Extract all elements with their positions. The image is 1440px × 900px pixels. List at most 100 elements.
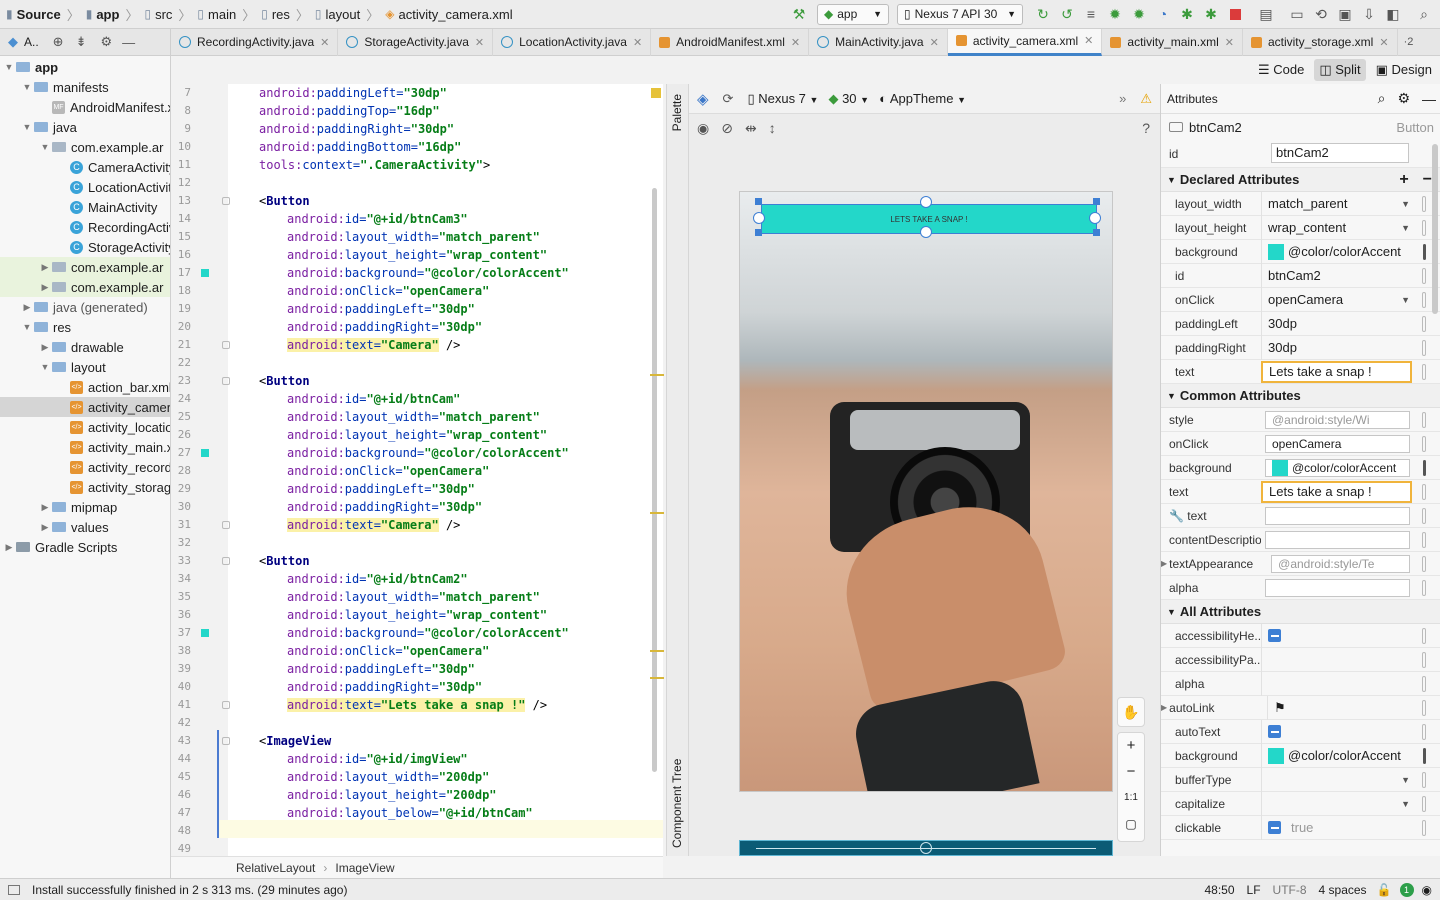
constraint-handle[interactable] [920, 196, 932, 208]
lock-icon[interactable]: 🔓 [1377, 883, 1392, 897]
tree-item[interactable]: C LocationActivity [0, 177, 170, 197]
attribute-value[interactable] [1265, 530, 1410, 549]
attribute-value[interactable]: ⚑ [1267, 695, 1440, 720]
attribute-value[interactable] [1261, 719, 1440, 744]
attribute-value[interactable]: 30dp [1261, 311, 1440, 336]
run-config-select[interactable]: ◆ app ▼ [817, 3, 889, 25]
tool-windows-icon[interactable] [8, 884, 20, 895]
indent-setting[interactable]: 4 spaces [1319, 883, 1367, 897]
tree-item[interactable]: ▶ com.example.ar [0, 277, 170, 297]
attribute-value[interactable]: openCamera [1265, 434, 1410, 453]
pick-resource-icon[interactable] [1422, 676, 1426, 692]
chevron-right-icon[interactable]: ▶ [38, 502, 52, 513]
attribute-value[interactable] [1261, 647, 1440, 672]
zoom-actual-button[interactable]: 1:1 [1118, 785, 1144, 811]
resize-handle[interactable] [1093, 229, 1100, 236]
tab-recordingactivity-java[interactable]: RecordingActivity.java ✕ [171, 28, 339, 56]
code-line[interactable]: android:paddingLeft="30dp" [287, 660, 475, 678]
attribute-value[interactable]: @color/colorAccent [1261, 239, 1440, 264]
layers-icon[interactable]: ◈ [697, 90, 709, 108]
chevron-down-icon[interactable]: ▼ [20, 322, 34, 332]
tree-item[interactable]: ▶ com.example.ar [0, 257, 170, 277]
color-swatch-icon[interactable] [201, 629, 209, 637]
fold-icon[interactable] [222, 557, 230, 565]
code-line[interactable]: android:background="@color/colorAccent" [287, 624, 569, 642]
code-line[interactable]: android:layout_width="200dp" [287, 768, 489, 786]
code-line[interactable]: android:text="Camera" /> [287, 516, 460, 534]
pan-tool-icon[interactable]: ✋ [1117, 697, 1145, 727]
status-message[interactable]: Install successfully finished in 2 s 313… [32, 883, 347, 897]
pick-resource-icon[interactable] [1422, 820, 1426, 836]
pick-resource-icon[interactable] [1422, 436, 1426, 452]
hide-icon[interactable]: — [122, 35, 135, 50]
add-attribute-icon[interactable]: + [1399, 171, 1408, 189]
chevron-right-icon[interactable]: ▶ [20, 302, 34, 313]
code-line[interactable]: android:id="@+id/imgView" [287, 750, 468, 768]
warning-marker[interactable] [651, 88, 661, 98]
coverage-icon[interactable]: ✱ [1200, 3, 1222, 25]
fold-icon[interactable] [222, 521, 230, 529]
breadcrumb-item[interactable]: ▯ res [261, 7, 290, 22]
attribute-value[interactable]: @color/colorAccent [1265, 458, 1410, 477]
minus-icon[interactable] [1268, 821, 1281, 834]
code-line[interactable]: android:layout_height="wrap_content" [287, 246, 547, 264]
target-icon[interactable]: ⊕ [53, 34, 64, 50]
profile-icon[interactable]: ◔ [1152, 3, 1174, 25]
code-line[interactable]: android:layout_width="match_parent" [287, 408, 540, 426]
close-icon[interactable]: ✕ [320, 36, 329, 49]
help-icon[interactable]: ? [1142, 120, 1150, 136]
declared-attributes-section[interactable]: ▼ Declared Attributes + − [1161, 168, 1440, 192]
chevron-down-icon[interactable]: ▼ [2, 62, 16, 72]
tree-item[interactable]: </>activity_location.xml [0, 417, 170, 437]
pick-resource-icon[interactable] [1422, 700, 1426, 716]
close-icon[interactable]: ✕ [633, 36, 642, 49]
tab-activity_storage-xml[interactable]: activity_storage.xml ✕ [1243, 28, 1398, 56]
color-swatch-icon[interactable] [201, 449, 209, 457]
id-field[interactable]: btnCam2 [1271, 143, 1409, 163]
code-line[interactable]: android:id="@+id/btnCam" [287, 390, 460, 408]
theme-menu[interactable]: ◐ AppTheme ▼ [879, 91, 966, 106]
attribute-value[interactable]: @android:style/Te [1271, 554, 1410, 573]
zoom-fit-button[interactable]: ▢ [1118, 811, 1144, 837]
resize-handle[interactable] [755, 198, 762, 205]
tab-activity_main-xml[interactable]: activity_main.xml ✕ [1102, 28, 1243, 56]
resize-handle[interactable] [1093, 198, 1100, 205]
constraint-handle[interactable] [920, 842, 932, 854]
magnet-icon[interactable]: ⊘ [721, 120, 733, 137]
pick-resource-icon[interactable] [1422, 508, 1426, 524]
tree-item[interactable]: C CameraActivity [0, 157, 170, 177]
tree-item[interactable]: </>activity_camera.xml [0, 397, 170, 417]
constraint-handle[interactable] [920, 226, 932, 238]
attribute-value[interactable] [1261, 671, 1440, 696]
code-line[interactable]: android:paddingRight="30dp" [287, 498, 482, 516]
code-line[interactable]: android:paddingTop="16dp" [259, 102, 440, 120]
vertical-margin-icon[interactable]: ↕ [769, 120, 776, 136]
attribute-value[interactable]: 30dp [1261, 335, 1440, 360]
code-line[interactable]: android:paddingLeft="30dp" [259, 84, 447, 102]
constraint-handle[interactable] [1089, 212, 1101, 224]
pick-resource-icon[interactable] [1422, 724, 1426, 740]
chevron-down-icon[interactable]: ▼ [38, 142, 52, 152]
chevron-right-icon[interactable]: ▶ [38, 342, 52, 353]
code-line[interactable]: android:layout_width="match_parent" [287, 588, 540, 606]
collapse-icon[interactable]: ⇟ [76, 34, 87, 50]
color-swatch-icon[interactable] [201, 269, 209, 277]
pick-resource-icon[interactable] [1422, 628, 1426, 644]
tree-item[interactable]: ▼ layout [0, 357, 170, 377]
apply-changes-icon[interactable]: ↻ [1032, 3, 1054, 25]
color-swatch-icon[interactable] [1272, 459, 1288, 476]
attribute-value[interactable]: match_parent [1261, 191, 1440, 216]
api-menu[interactable]: ◆ 30 ▼ [828, 91, 869, 107]
tree-item[interactable]: </>activity_main.xml [0, 437, 170, 457]
pick-resource-icon[interactable] [1422, 556, 1426, 572]
device-select[interactable]: ▯ Nexus 7 API 30 ▼ [897, 3, 1023, 25]
breadcrumb-item[interactable]: ▯ layout [315, 7, 360, 22]
tree-item[interactable]: ▶ Gradle Scripts [0, 537, 170, 557]
attribute-value[interactable] [1265, 506, 1410, 525]
code-line[interactable]: android:layout_height="200dp" [287, 786, 497, 804]
code-line[interactable]: android:onClick="openCamera" [287, 462, 489, 480]
tab-locationactivity-java[interactable]: LocationActivity.java ✕ [493, 28, 652, 56]
attribute-value[interactable]: true [1261, 815, 1440, 840]
avd-manager-icon[interactable]: ▣ [1334, 3, 1356, 25]
device-manager-icon[interactable]: ▭ [1286, 3, 1308, 25]
